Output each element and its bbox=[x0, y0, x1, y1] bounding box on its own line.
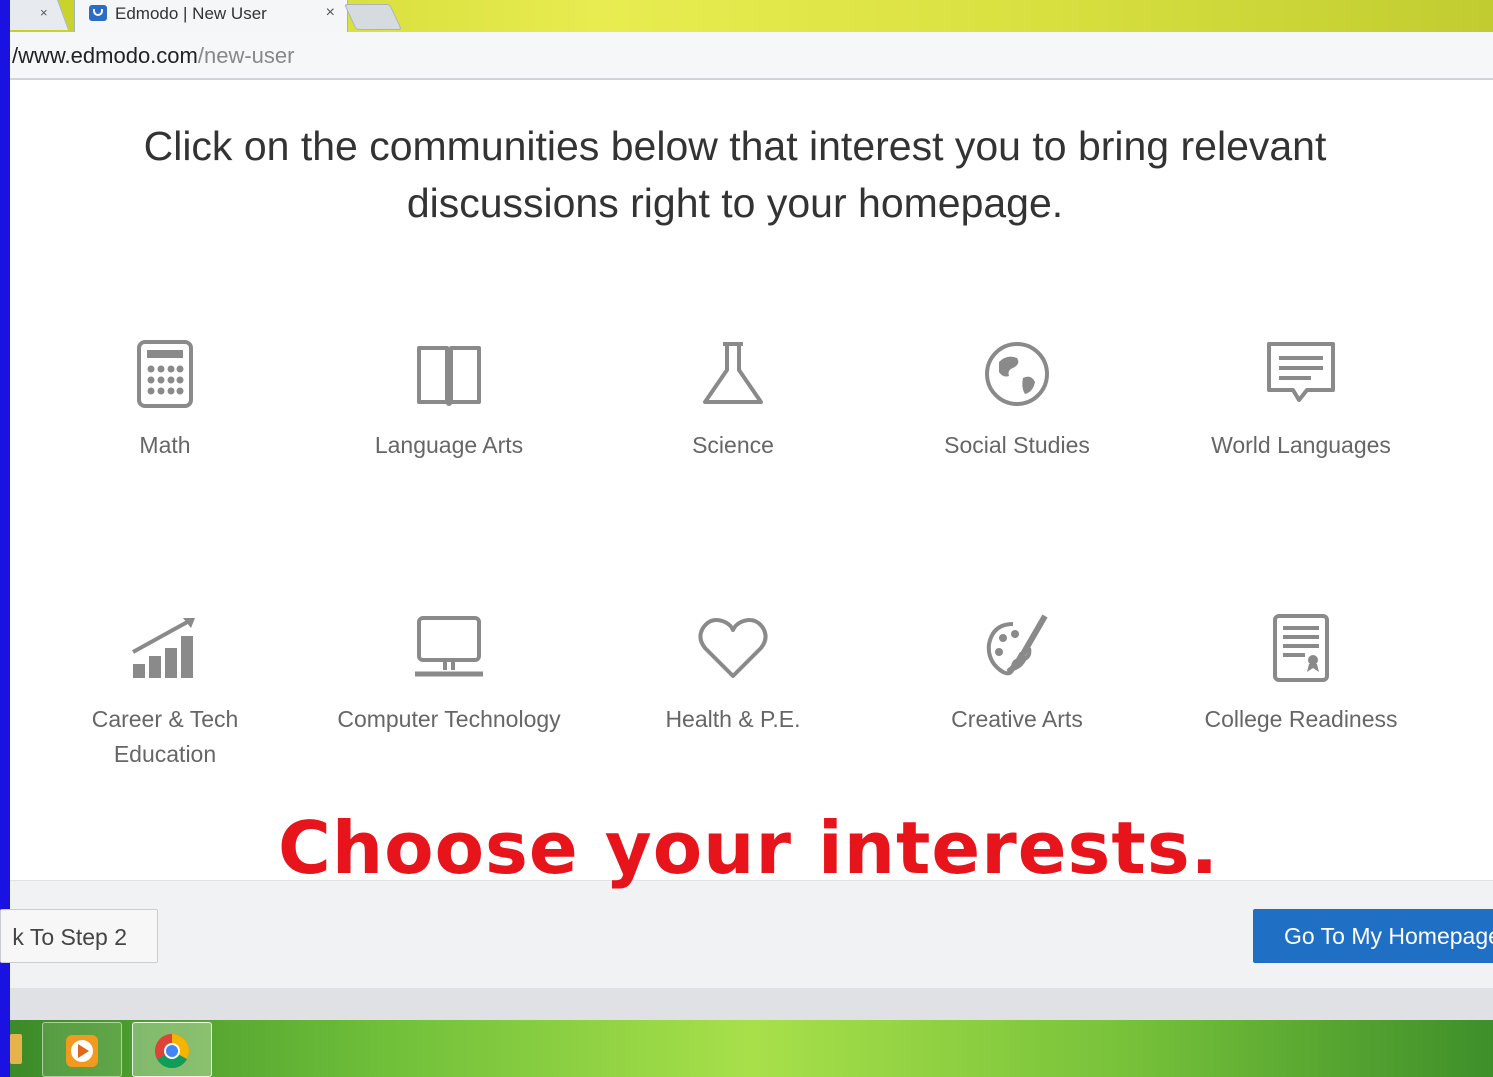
community-career-tech-education[interactable]: Career & Tech Education bbox=[40, 610, 290, 772]
new-tab-button[interactable] bbox=[343, 4, 403, 30]
community-label: Math bbox=[139, 432, 191, 458]
heart-icon bbox=[693, 610, 773, 690]
heading-line-2: discussions right to your homepage. bbox=[406, 180, 1064, 226]
page-bottom-strip bbox=[10, 988, 1493, 1020]
community-label: College Readiness bbox=[1204, 706, 1398, 732]
community-label: Computer Technology bbox=[337, 706, 561, 732]
page-heading: Click on the communities below that inte… bbox=[10, 118, 1460, 232]
url-host: /www.edmodo.com bbox=[12, 43, 198, 68]
back-to-step-2-button[interactable]: k To Step 2 bbox=[0, 909, 158, 963]
community-label-line-1: Career & Tech bbox=[91, 706, 239, 732]
community-health-pe[interactable]: Health & P.E. bbox=[608, 610, 858, 737]
taskbar-edge-item[interactable] bbox=[10, 1034, 22, 1064]
community-science[interactable]: Science bbox=[608, 336, 858, 463]
browser-tab-strip: × Edmodo | New User × bbox=[10, 0, 1493, 32]
taskbar-chrome[interactable] bbox=[132, 1022, 212, 1077]
choose-interests-annotation: Choose your interests. bbox=[278, 806, 1220, 890]
tab-previous-close-icon[interactable]: × bbox=[40, 5, 48, 20]
page-footer-bar: k To Step 2 Go To My Homepage bbox=[0, 880, 1493, 989]
bar-chart-icon bbox=[125, 610, 205, 690]
url-text[interactable]: /www.edmodo.com/new-user bbox=[12, 43, 294, 69]
flask-icon bbox=[693, 336, 773, 416]
address-bar[interactable]: /www.edmodo.com/new-user bbox=[10, 32, 1493, 80]
palette-icon bbox=[977, 610, 1057, 690]
community-label: Language Arts bbox=[374, 432, 524, 458]
community-label-line-2: Education bbox=[113, 741, 217, 767]
community-language-arts[interactable]: Language Arts bbox=[324, 336, 574, 463]
community-label: Creative Arts bbox=[951, 706, 1083, 732]
community-computer-technology[interactable]: Computer Technology bbox=[324, 610, 574, 737]
go-to-homepage-button[interactable]: Go To My Homepage bbox=[1253, 909, 1493, 963]
certificate-icon bbox=[1261, 610, 1341, 690]
community-college-readiness[interactable]: College Readiness bbox=[1176, 610, 1426, 737]
tab-title: Edmodo | New User bbox=[115, 4, 267, 23]
book-icon bbox=[409, 336, 489, 416]
community-math[interactable]: Math bbox=[40, 336, 290, 463]
monitor-icon bbox=[409, 610, 489, 690]
tab-edmodo[interactable]: Edmodo | New User × bbox=[74, 0, 348, 32]
community-label: Career & Tech Education bbox=[40, 702, 290, 772]
community-label: Social Studies bbox=[944, 432, 1090, 458]
community-label: Science bbox=[692, 432, 774, 458]
community-world-languages[interactable]: World Languages bbox=[1176, 336, 1426, 463]
community-social-studies[interactable]: Social Studies bbox=[892, 336, 1142, 463]
speech-bubble-icon bbox=[1261, 336, 1341, 416]
community-creative-arts[interactable]: Creative Arts bbox=[892, 610, 1142, 737]
edmodo-favicon-icon bbox=[89, 5, 107, 21]
globe-icon bbox=[977, 336, 1057, 416]
url-path: /new-user bbox=[197, 43, 295, 68]
heading-line-1: Click on the communities below that inte… bbox=[143, 123, 1327, 169]
media-player-icon bbox=[66, 1035, 98, 1067]
tab-close-icon[interactable]: × bbox=[326, 4, 335, 22]
calculator-icon bbox=[125, 336, 205, 416]
windows-taskbar bbox=[10, 1020, 1493, 1077]
page-content: Click on the communities below that inte… bbox=[10, 80, 1493, 880]
community-label: Health & P.E. bbox=[665, 706, 801, 732]
community-label: World Languages bbox=[1211, 432, 1391, 458]
taskbar-media-player[interactable] bbox=[42, 1022, 122, 1077]
chrome-icon bbox=[155, 1034, 189, 1068]
